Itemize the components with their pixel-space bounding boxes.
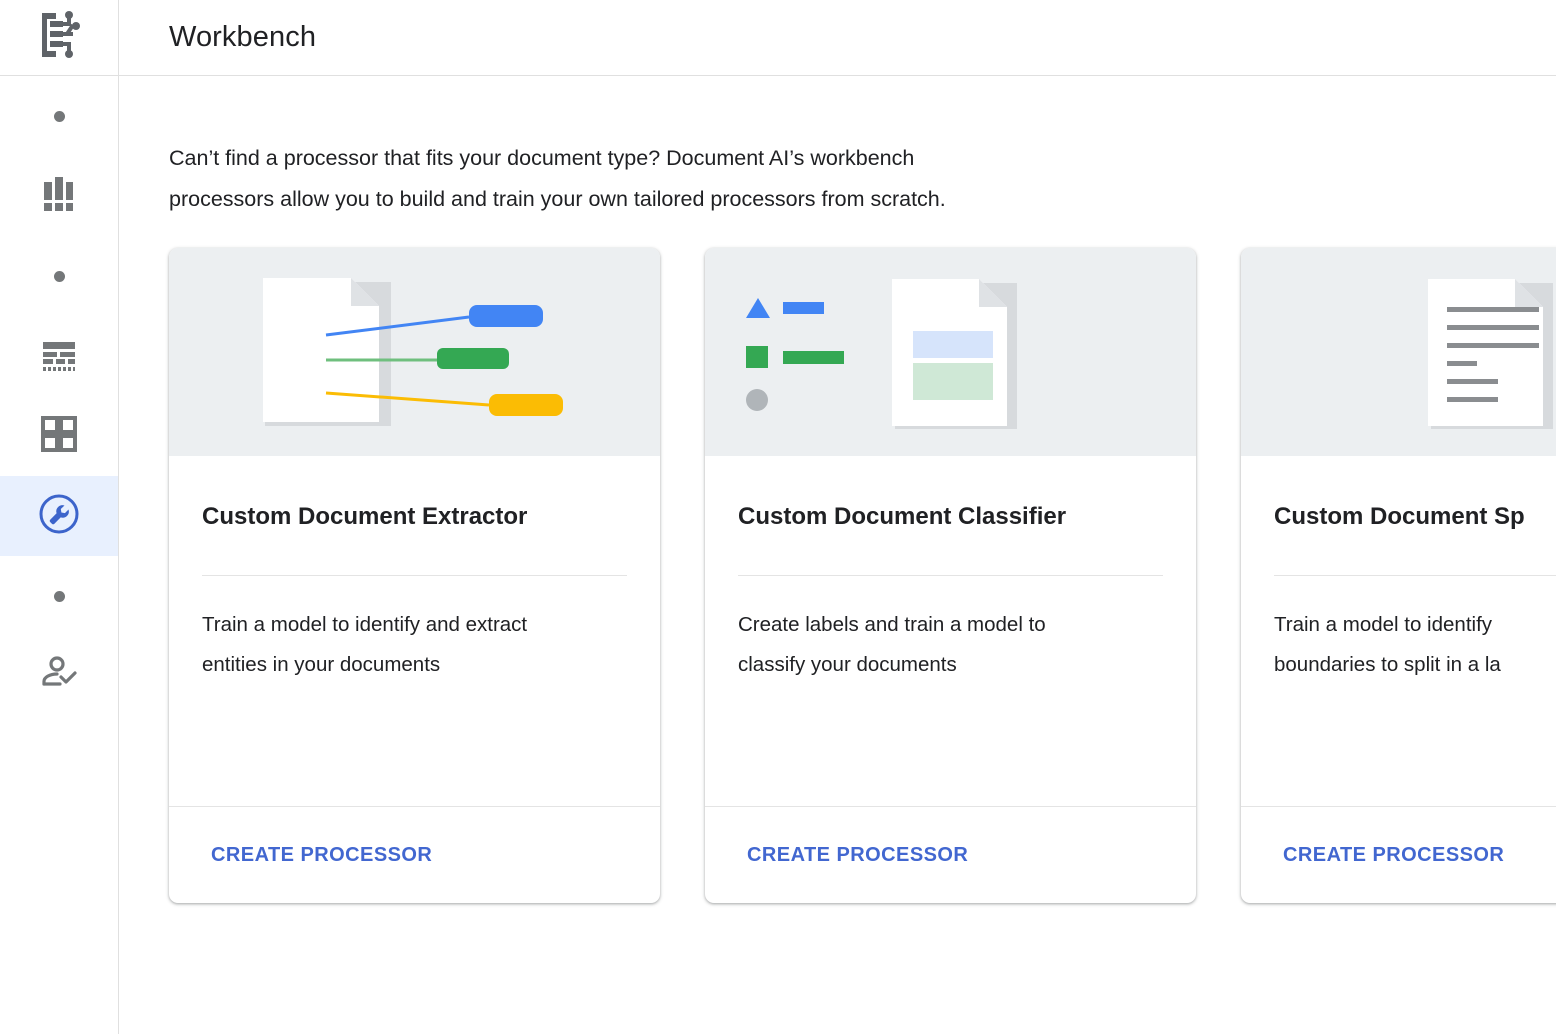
- sidebar-nav: [0, 76, 119, 1034]
- sidebar-item-section-b[interactable]: [0, 556, 118, 636]
- app-logo[interactable]: [0, 0, 119, 75]
- processor-card-splitter[interactable]: Custom Document Sp Train a model to iden…: [1241, 248, 1556, 903]
- extractor-illustration: [169, 248, 660, 456]
- classifier-card-footer: CREATE PROCESSOR: [705, 806, 1196, 903]
- card-title: Custom Document Sp: [1274, 503, 1525, 530]
- dot-icon: [53, 270, 65, 282]
- dashboard-bars-icon: [39, 174, 79, 219]
- document-ai-logo-icon: [36, 11, 82, 64]
- processor-card-extractor[interactable]: Custom Document Extractor Train a model …: [169, 248, 660, 903]
- sidebar-item-documents[interactable]: [0, 316, 118, 396]
- create-processor-button[interactable]: CREATE PROCESSOR: [1283, 844, 1504, 867]
- card-description-line-2: entities in your documents: [202, 653, 441, 676]
- page-title: Workbench: [169, 21, 317, 53]
- dot-icon: [53, 590, 65, 602]
- card-title: Custom Document Classifier: [738, 503, 1067, 530]
- main-content: Can’t find a processor that fits your do…: [119, 76, 1556, 1034]
- card-description-line-2: boundaries to split in a la: [1274, 653, 1501, 676]
- grid-squares-icon: [41, 415, 77, 457]
- processor-card-row: Custom Document Extractor Train a model …: [169, 248, 1556, 903]
- splitter-illustration: [1241, 248, 1556, 456]
- splitter-card-footer: CREATE PROCESSOR: [1241, 806, 1556, 903]
- intro-line-2: processors allow you to build and train …: [169, 187, 946, 211]
- create-processor-button[interactable]: CREATE PROCESSOR: [747, 844, 968, 867]
- document-lines-icon: [39, 334, 79, 379]
- card-divider: [1274, 575, 1556, 576]
- card-description: Train a model to identify boundaries to …: [1274, 605, 1556, 685]
- classifier-card-body: Custom Document Classifier Create labels…: [705, 456, 1196, 806]
- sidebar-item-overview[interactable]: [0, 76, 118, 156]
- card-divider: [202, 575, 627, 576]
- card-description-line-1: Create labels and train a model to: [738, 613, 1046, 636]
- workbench-page: Workbench Can’t find a processor that fi…: [0, 0, 1556, 1034]
- create-processor-button[interactable]: CREATE PROCESSOR: [211, 844, 432, 867]
- extractor-card-body: Custom Document Extractor Train a model …: [169, 456, 660, 806]
- card-divider: [738, 575, 1163, 576]
- page-title-container: Workbench: [119, 0, 316, 75]
- intro-text: Can’t find a processor that fits your do…: [169, 138, 1099, 220]
- sidebar-item-section-a[interactable]: [0, 236, 118, 316]
- splitter-card-body: Custom Document Sp Train a model to iden…: [1241, 456, 1556, 806]
- card-description-line-1: Train a model to identify and extract: [202, 613, 528, 636]
- card-title: Custom Document Extractor: [202, 503, 528, 530]
- card-description-line-2: classify your documents: [738, 653, 957, 676]
- sidebar-item-dashboard[interactable]: [0, 156, 118, 236]
- sidebar-item-gallery[interactable]: [0, 396, 118, 476]
- processor-card-classifier[interactable]: Custom Document Classifier Create labels…: [705, 248, 1196, 903]
- classifier-illustration: [705, 248, 1196, 456]
- person-check-icon: [39, 654, 79, 699]
- dot-icon: [53, 110, 65, 122]
- card-description-line-1: Train a model to identify: [1274, 613, 1493, 636]
- intro-line-1: Can’t find a processor that fits your do…: [169, 146, 915, 170]
- card-description: Create labels and train a model to class…: [738, 605, 1163, 685]
- body-row: Can’t find a processor that fits your do…: [0, 76, 1556, 1034]
- card-description: Train a model to identify and extract en…: [202, 605, 627, 685]
- app-header: Workbench: [0, 0, 1556, 76]
- sidebar-item-workbench[interactable]: [0, 476, 118, 556]
- extractor-card-footer: CREATE PROCESSOR: [169, 806, 660, 903]
- wrench-circle-icon: [38, 493, 80, 540]
- sidebar-item-labeling[interactable]: [0, 636, 118, 716]
